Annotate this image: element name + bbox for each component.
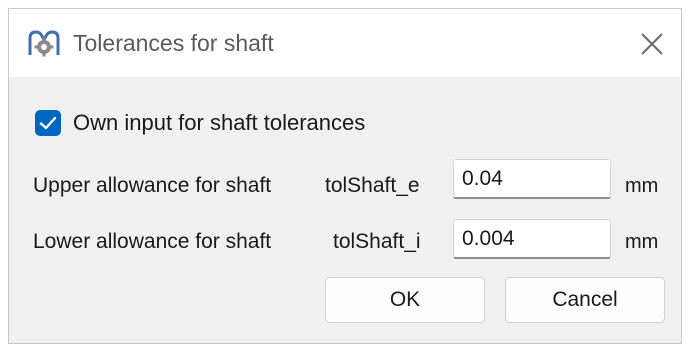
cancel-button[interactable]: Cancel xyxy=(505,277,665,323)
upper-allowance-label: Upper allowance for shaft xyxy=(33,174,272,197)
lower-allowance-variable: tolShaft_i xyxy=(333,230,421,253)
window-title: Tolerances for shaft xyxy=(73,30,274,56)
gear-app-icon xyxy=(27,29,61,57)
close-icon[interactable] xyxy=(635,27,669,61)
lower-allowance-input[interactable] xyxy=(453,219,611,259)
own-input-checkbox-label[interactable]: Own input for shaft tolerances xyxy=(73,109,365,137)
upper-allowance-unit: mm xyxy=(625,175,659,197)
title-bar: Tolerances for shaft xyxy=(9,9,681,77)
lower-allowance-unit: mm xyxy=(625,231,659,253)
upper-allowance-input[interactable] xyxy=(453,159,611,199)
tolerances-dialog: Tolerances for shaft Own input for shaft… xyxy=(8,8,682,344)
upper-allowance-variable: tolShaft_e xyxy=(325,174,420,197)
lower-allowance-label: Lower allowance for shaft xyxy=(33,230,272,253)
own-input-checkbox[interactable] xyxy=(35,110,61,136)
ok-button[interactable]: OK xyxy=(325,277,485,323)
